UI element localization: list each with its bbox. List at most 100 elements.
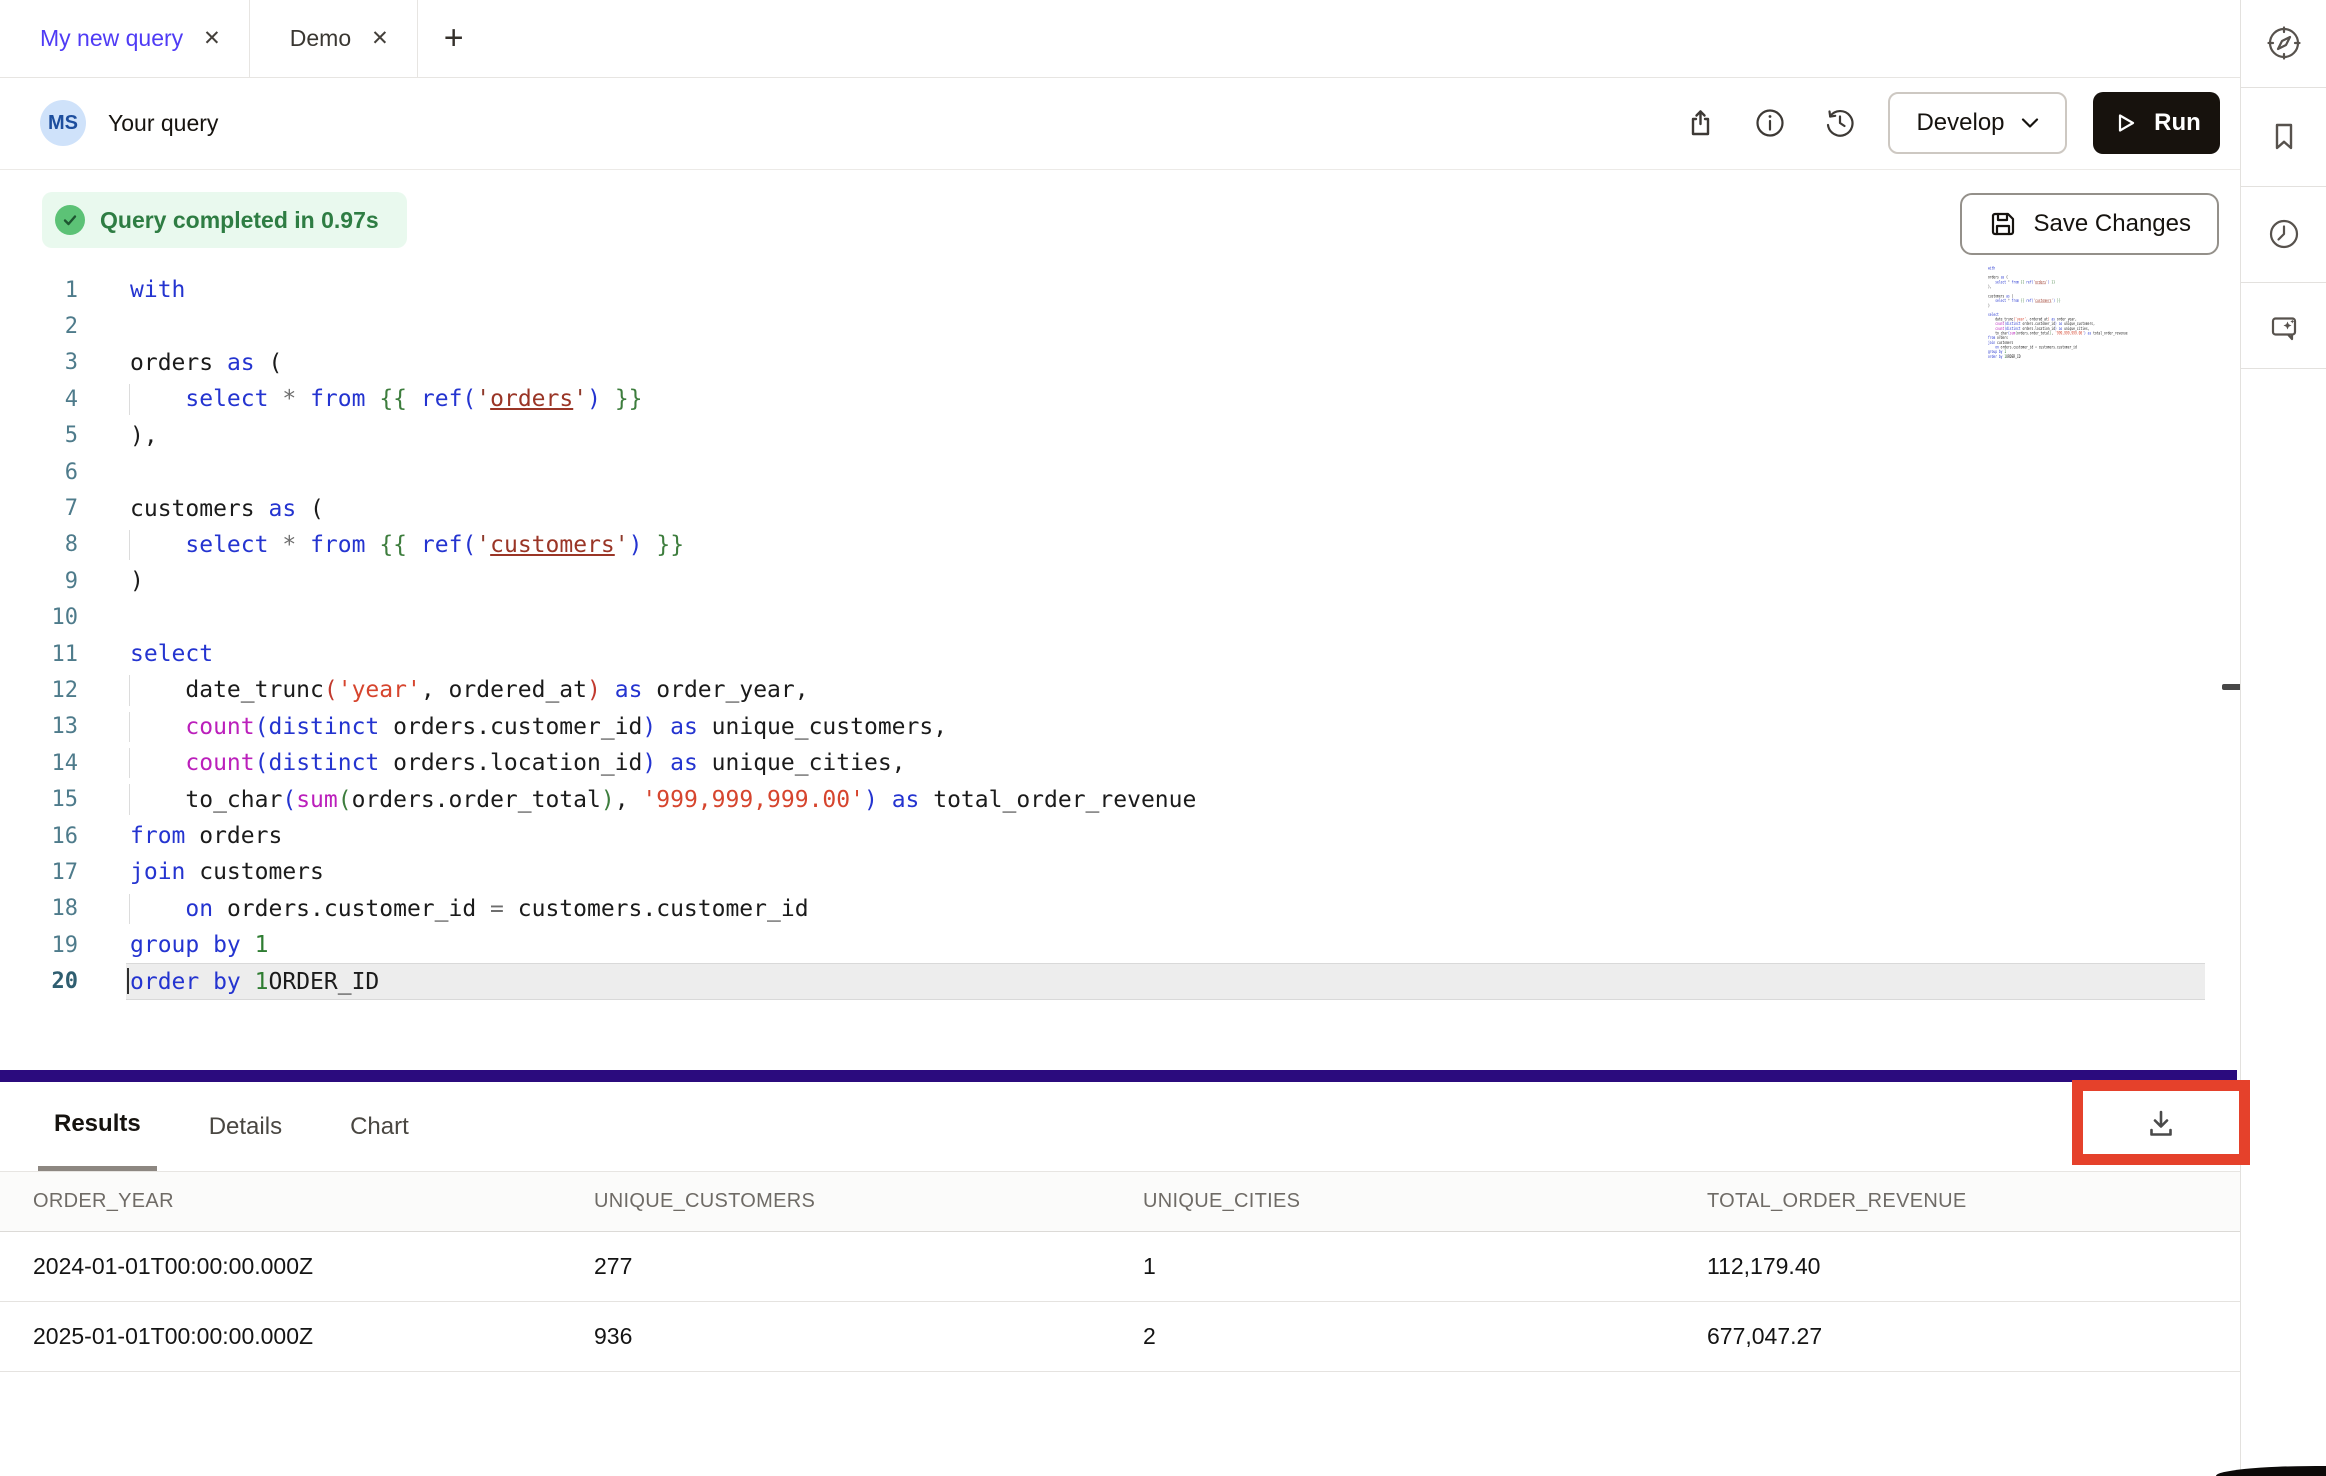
results-tab-details[interactable]: Details — [193, 1082, 298, 1171]
editor-tab-0[interactable]: My new query ✕ — [0, 0, 250, 77]
tab-close-icon[interactable]: ✕ — [371, 28, 389, 49]
code-text: select — [130, 641, 213, 667]
history-sidebar-button[interactable] — [2241, 199, 2326, 269]
code-text — [130, 459, 144, 485]
table-body: 2024-01-01T00:00:00.000Z2771112,179.4020… — [0, 1232, 2242, 1372]
table-cell: 2024-01-01T00:00:00.000Z — [33, 1253, 594, 1280]
code-minimap[interactable]: with orders as ( select * from {{ ref('o… — [1988, 266, 2138, 364]
code-line-1[interactable]: 1with — [0, 272, 2240, 308]
run-button[interactable]: Run — [2093, 92, 2220, 154]
line-number: 5 — [0, 423, 78, 448]
tab-label: My new query — [40, 25, 183, 52]
code-line-20[interactable]: 20 order by 1ORDER_ID — [0, 963, 2240, 999]
results-table: ORDER_YEARUNIQUE_CUSTOMERSUNIQUE_CITIEST… — [0, 1172, 2242, 1372]
success-check-icon — [55, 205, 85, 235]
table-cell: 2 — [1143, 1323, 1707, 1350]
save-icon — [1988, 209, 2018, 239]
line-number: 2 — [0, 314, 78, 339]
line-number: 20 — [0, 969, 78, 994]
ai-chat-button[interactable] — [2241, 293, 2326, 363]
line-number: 3 — [0, 350, 78, 375]
sql-editor-panel: Query completed in 0.97s Save Changes 1w… — [0, 170, 2240, 1070]
code-text: select * from {{ ref('orders') }} — [130, 386, 643, 412]
code-line-7[interactable]: 7customers as ( — [0, 490, 2240, 526]
query-header: MS Your query Develop — [0, 77, 2240, 170]
results-tab-bar: Results Details Chart — [0, 1082, 2242, 1172]
code-line-9[interactable]: 9) — [0, 563, 2240, 599]
info-icon — [1750, 103, 1790, 143]
page-title: Your query — [108, 110, 218, 137]
divider — [2241, 368, 2326, 369]
column-header: UNIQUE_CUSTOMERS — [594, 1190, 1143, 1213]
code-line-18[interactable]: 18 on orders.customer_id = customers.cus… — [0, 891, 2240, 927]
query-status-badge: Query completed in 0.97s — [42, 192, 407, 248]
code-text: join customers — [130, 859, 324, 885]
divider — [2241, 87, 2326, 88]
share-icon — [1681, 104, 1719, 142]
code-line-14[interactable]: 14 count(distinct orders.location_id) as… — [0, 745, 2240, 781]
code-line-19[interactable]: 19 group by 1 — [0, 927, 2240, 963]
code-text: ) — [130, 568, 144, 594]
share-button[interactable] — [1678, 101, 1722, 145]
code-editor[interactable]: 1with2 3orders as (4 select * from {{ re… — [0, 272, 2240, 1000]
bookmarks-button[interactable] — [2241, 102, 2326, 172]
code-text — [130, 605, 144, 631]
table-cell: 2025-01-01T00:00:00.000Z — [33, 1323, 594, 1350]
line-number: 12 — [0, 678, 78, 703]
line-number: 19 — [0, 933, 78, 958]
divider — [2241, 282, 2326, 283]
code-text: group by 1 — [130, 932, 269, 958]
history-icon — [1820, 103, 1860, 143]
code-text: date_trunc('year', ordered_at) as order_… — [130, 677, 809, 703]
status-text: Query completed in 0.97s — [100, 207, 379, 234]
table-cell: 277 — [594, 1253, 1143, 1280]
chat-sparkle-icon — [2264, 308, 2304, 348]
results-tab-results[interactable]: Results — [38, 1082, 157, 1171]
code-line-15[interactable]: 15 to_char(sum(orders.order_total), '999… — [0, 781, 2240, 817]
code-line-5[interactable]: 5), — [0, 418, 2240, 454]
code-line-6[interactable]: 6 — [0, 454, 2240, 490]
develop-label: Develop — [1916, 109, 2004, 137]
line-number: 4 — [0, 387, 78, 412]
code-line-10[interactable]: 10 — [0, 600, 2240, 636]
code-line-12[interactable]: 12 date_trunc('year', ordered_at) as ord… — [0, 672, 2240, 708]
info-button[interactable] — [1748, 101, 1792, 145]
code-line-8[interactable]: 8 select * from {{ ref('customers') }} — [0, 527, 2240, 563]
code-text — [130, 314, 144, 340]
results-tab-chart[interactable]: Chart — [334, 1082, 425, 1171]
develop-dropdown[interactable]: Develop — [1888, 92, 2067, 154]
tab-label: Demo — [290, 25, 351, 52]
download-results-button[interactable] — [2131, 1095, 2191, 1151]
panel-splitter[interactable] — [0, 1070, 2237, 1082]
column-header: ORDER_YEAR — [33, 1190, 594, 1213]
save-changes-button[interactable]: Save Changes — [1960, 193, 2219, 255]
code-line-11[interactable]: 11select — [0, 636, 2240, 672]
explore-button[interactable] — [2241, 8, 2326, 78]
clock-icon — [2264, 214, 2304, 254]
query-ide-window: My new query ✕ Demo ✕ + MS Your query — [0, 0, 2326, 1476]
table-row-1: 2025-01-01T00:00:00.000Z9362677,047.27 — [0, 1302, 2242, 1372]
bookmark-icon — [2265, 118, 2303, 156]
code-line-2[interactable]: 2 — [0, 308, 2240, 344]
new-tab-button[interactable]: + — [418, 0, 490, 77]
code-line-16[interactable]: 16from orders — [0, 818, 2240, 854]
tab-close-icon[interactable]: ✕ — [203, 28, 221, 49]
history-button[interactable] — [1818, 101, 1862, 145]
chevron-down-icon — [2021, 117, 2039, 129]
code-text: order by 1ORDER_ID — [130, 969, 379, 995]
code-line-17[interactable]: 17 join customers — [0, 854, 2240, 890]
code-text: with — [130, 277, 185, 303]
editor-tab-1[interactable]: Demo ✕ — [250, 0, 418, 77]
line-number: 17 — [0, 860, 78, 885]
code-text: from orders — [130, 823, 282, 849]
play-icon — [2112, 110, 2138, 136]
code-line-3[interactable]: 3orders as ( — [0, 345, 2240, 381]
code-line-13[interactable]: 13 count(distinct orders.customer_id) as… — [0, 709, 2240, 745]
table-cell: 936 — [594, 1323, 1143, 1350]
code-text: count(distinct orders.customer_id) as un… — [130, 714, 947, 740]
tab-bar: My new query ✕ Demo ✕ + — [0, 0, 2240, 78]
avatar: MS — [40, 100, 86, 146]
column-header: TOTAL_ORDER_REVENUE — [1707, 1190, 2242, 1213]
code-line-4[interactable]: 4 select * from {{ ref('orders') }} — [0, 381, 2240, 417]
line-number: 7 — [0, 496, 78, 521]
